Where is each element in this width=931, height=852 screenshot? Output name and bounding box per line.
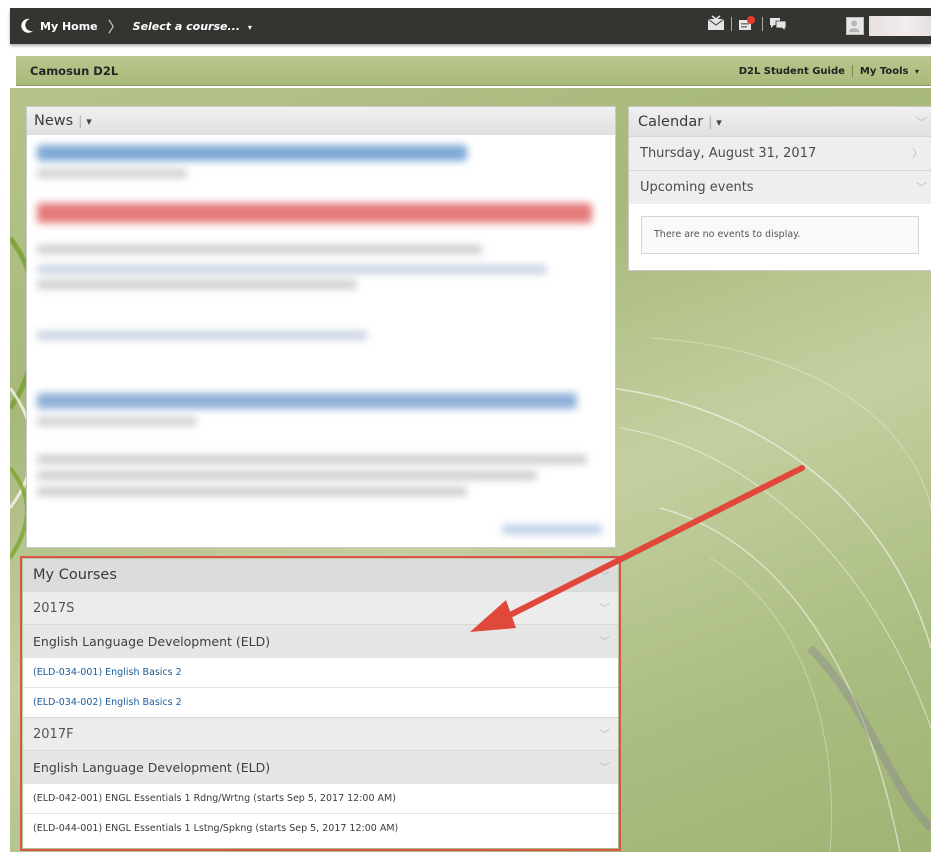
my-tools-label: My Tools <box>859 65 909 77</box>
chevron-right-icon[interactable]: 〉 <box>912 137 923 171</box>
news-content-blurred <box>27 135 615 547</box>
icon-divider <box>762 16 763 31</box>
course-link[interactable]: (ELD-034-002) English Basics 2 <box>23 687 618 717</box>
link-divider <box>851 65 853 77</box>
top-navigation-bar: My Home 〉 Select a course... ▾ <box>10 8 931 44</box>
term-group-header[interactable]: 2017S ﹀ <box>23 591 618 624</box>
my-tools-menu[interactable]: My Tools ▾ <box>860 66 919 77</box>
blurred-more-link <box>502 525 602 534</box>
calendar-date: Thursday, August 31, 2017 <box>640 146 817 161</box>
upcoming-events-label: Upcoming events <box>640 180 754 195</box>
notification-icons <box>707 15 787 32</box>
crescent-moon-icon <box>21 18 33 33</box>
blurred-paragraph <box>37 331 367 340</box>
department-label: English Language Development (ELD) <box>33 760 271 775</box>
upcoming-events-row[interactable]: Upcoming events ﹀ <box>629 170 931 204</box>
chevron-down-icon[interactable]: ﹀ <box>599 751 610 784</box>
my-courses-title: My Courses <box>33 567 117 583</box>
breadcrumb-separator-icon: 〉 <box>107 17 123 36</box>
chevron-down-icon[interactable]: ﹀ <box>599 625 610 658</box>
user-name-redacted[interactable] <box>869 16 931 36</box>
blurred-paragraph <box>37 245 482 254</box>
calendar-menu-button[interactable]: | ▾ <box>708 115 722 129</box>
icon-divider <box>731 16 732 31</box>
chevron-down-icon[interactable]: ﹀ <box>916 114 927 130</box>
chevron-down-icon[interactable]: ﹀ <box>599 718 610 751</box>
caret-down-icon: ▾ <box>914 66 919 76</box>
department-header[interactable]: English Language Development (ELD) ﹀ <box>23 750 618 783</box>
my-home-label: My Home <box>40 19 98 33</box>
calendar-header: Calendar | ▾ ﹀ <box>629 107 931 136</box>
blurred-date <box>37 417 197 426</box>
calendar-title: Calendar <box>638 113 704 130</box>
course-selector-dropdown[interactable]: Select a course... ▾ <box>133 20 252 33</box>
caret-down-icon: ▾ <box>716 115 722 129</box>
blurred-headline <box>37 145 467 161</box>
course-item[interactable]: (ELD-044-001) ENGL Essentials 1 Lstng/Sp… <box>23 813 618 843</box>
chevron-down-icon[interactable]: ﹀ <box>599 592 610 625</box>
avatar[interactable] <box>846 17 864 35</box>
course-item[interactable]: (ELD-042-001) ENGL Essentials 1 Rdng/Wrt… <box>23 783 618 813</box>
term-label: 2017F <box>33 727 74 742</box>
chat-icon[interactable] <box>769 15 787 32</box>
news-menu-button[interactable]: | ▾ <box>78 114 92 128</box>
blurred-paragraph <box>37 265 547 274</box>
blurred-alert-heading <box>37 203 592 223</box>
blurred-date <box>37 169 187 178</box>
news-title: News <box>34 113 74 129</box>
org-header-bar: Camosun D2L D2L Student Guide My Tools ▾ <box>16 56 931 86</box>
caret-down-icon: ▾ <box>86 115 92 128</box>
student-guide-link[interactable]: D2L Student Guide <box>739 66 845 77</box>
blurred-paragraph <box>37 487 467 496</box>
calendar-widget: Calendar | ▾ ﹀ Thursday, August 31, 2017 … <box>629 107 931 270</box>
calendar-date-row[interactable]: Thursday, August 31, 2017 〉 <box>629 136 931 170</box>
blurred-paragraph <box>37 280 357 289</box>
blurred-paragraph <box>37 471 537 480</box>
chevron-down-icon[interactable]: ﹀ <box>599 568 610 584</box>
chevron-down-icon[interactable]: ﹀ <box>916 171 927 205</box>
my-home-link[interactable]: My Home <box>20 18 98 34</box>
department-header[interactable]: English Language Development (ELD) ﹀ <box>23 624 618 657</box>
blurred-headline <box>37 393 577 409</box>
course-selector-label: Select a course... <box>132 19 241 33</box>
org-links: D2L Student Guide My Tools ▾ <box>739 65 919 77</box>
mail-icon[interactable] <box>707 15 725 32</box>
term-label: 2017S <box>33 601 75 616</box>
org-name[interactable]: Camosun D2L <box>30 64 118 78</box>
caret-down-icon: ▾ <box>247 22 252 32</box>
department-label: English Language Development (ELD) <box>33 634 271 649</box>
news-widget: News | ▾ <box>27 107 615 547</box>
term-group-header[interactable]: 2017F ﹀ <box>23 717 618 750</box>
course-link[interactable]: (ELD-034-001) English Basics 2 <box>23 657 618 687</box>
blurred-paragraph <box>37 455 587 464</box>
user-silhouette-icon <box>848 20 860 33</box>
my-courses-widget: My Courses ﹀ 2017S ﹀ English Language De… <box>20 556 621 851</box>
my-courses-header: My Courses ﹀ <box>23 559 618 591</box>
no-events-message: There are no events to display. <box>641 216 919 254</box>
news-header: News | ▾ <box>27 107 615 135</box>
notification-icon[interactable] <box>738 15 756 32</box>
